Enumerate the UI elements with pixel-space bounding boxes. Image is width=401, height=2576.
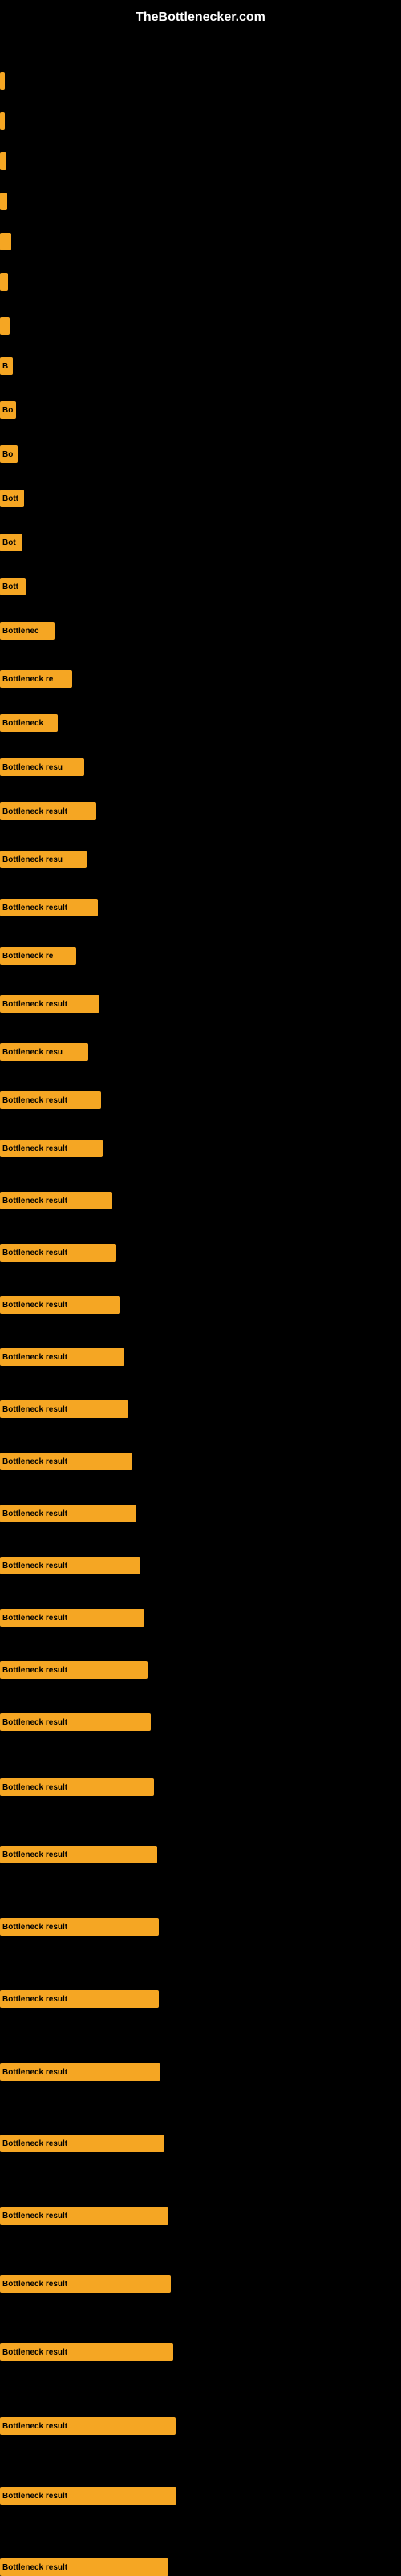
bar-item: Bottleneck result xyxy=(0,1778,154,1796)
bar-item: Bottleneck result xyxy=(0,1505,136,1522)
bar-label xyxy=(0,152,6,170)
bar-label: Bot xyxy=(0,534,22,551)
bar-item: Bottleneck result xyxy=(0,1192,112,1209)
bar-item: Bottleneck result xyxy=(0,1557,140,1574)
bar-label: Bottleneck resu xyxy=(0,1043,88,1061)
bar-label: Bottleneck result xyxy=(0,2343,173,2361)
bar-label xyxy=(0,112,5,130)
bar-label: Bottleneck result xyxy=(0,1244,116,1262)
bar-item: Bottleneck resu xyxy=(0,758,84,776)
bar-label xyxy=(0,317,10,335)
bar-label: Bottleneck result xyxy=(0,1713,151,1731)
bar-item: Bottleneck result xyxy=(0,2063,160,2081)
bar-label: Bottleneck result xyxy=(0,2063,160,2081)
bar-label: Bottleneck resu xyxy=(0,758,84,776)
bar-item: Bottleneck result xyxy=(0,1846,157,1863)
bar-label: Bottleneck result xyxy=(0,1400,128,1418)
bar-label: Bottleneck result xyxy=(0,899,98,916)
bar-label: Bottleneck result xyxy=(0,1990,159,2008)
bar-label: Bottleneck result xyxy=(0,2207,168,2225)
bar-item: Bottleneck result xyxy=(0,2558,168,2576)
bar-item xyxy=(0,72,5,90)
bar-item: Bot xyxy=(0,534,22,551)
bar-label xyxy=(0,193,7,210)
bar-label: Bottleneck result xyxy=(0,2558,168,2576)
bar-label: Bottleneck result xyxy=(0,1140,103,1157)
bar-item xyxy=(0,112,5,130)
bar-label: Bottleneck result xyxy=(0,1453,132,1470)
bar-label xyxy=(0,72,5,90)
bar-item: Bottleneck result xyxy=(0,1348,124,1366)
bar-item: Bo xyxy=(0,401,16,419)
bar-label: Bottleneck result xyxy=(0,1846,157,1863)
bar-item: Bottleneck re xyxy=(0,947,76,965)
bar-item: Bottleneck result xyxy=(0,1990,159,2008)
bar-item: Bottleneck result xyxy=(0,2343,173,2361)
bar-label: Bottleneck re xyxy=(0,670,72,688)
bar-label: Bott xyxy=(0,490,24,507)
bar-item: Bott xyxy=(0,490,24,507)
bar-item: Bottleneck result xyxy=(0,1400,128,1418)
bar-item: Bottleneck resu xyxy=(0,1043,88,1061)
site-title: TheBottlenecker.com xyxy=(0,4,401,28)
bar-item: Bottleneck resu xyxy=(0,851,87,868)
bar-label xyxy=(0,233,11,250)
bar-item: Bottleneck result xyxy=(0,995,99,1013)
bar-item: Bottleneck xyxy=(0,714,58,732)
bar-item: Bottleneck result xyxy=(0,2207,168,2225)
bar-item: Bott xyxy=(0,578,26,595)
bar-label: Bottleneck result xyxy=(0,1557,140,1574)
bar-item: Bottleneck result xyxy=(0,1609,144,1627)
bar-item xyxy=(0,273,8,291)
bar-label: Bo xyxy=(0,445,18,463)
bar-label: Bottleneck result xyxy=(0,1348,124,1366)
bar-item xyxy=(0,233,11,250)
bar-item: Bottleneck result xyxy=(0,2135,164,2152)
bar-item: Bottleneck result xyxy=(0,2417,176,2435)
bar-item xyxy=(0,317,10,335)
bar-item: Bottleneck result xyxy=(0,1140,103,1157)
bar-item: Bottleneck result xyxy=(0,2487,176,2505)
bar-label: Bottleneck result xyxy=(0,2417,176,2435)
bar-item: Bottleneck result xyxy=(0,1661,148,1679)
bar-label: Bottleneck result xyxy=(0,2135,164,2152)
bar-item: Bottleneck result xyxy=(0,1918,159,1936)
bar-item: Bo xyxy=(0,445,18,463)
bar-item: Bottleneck re xyxy=(0,670,72,688)
bar-item: Bottleneck result xyxy=(0,2275,171,2293)
bar-item: Bottleneck result xyxy=(0,1091,101,1109)
bar-item: B xyxy=(0,357,13,375)
bar-item: Bottleneck result xyxy=(0,899,98,916)
bar-label: Bottleneck result xyxy=(0,1778,154,1796)
bar-item xyxy=(0,193,7,210)
bar-label: Bottleneck xyxy=(0,714,58,732)
bar-item xyxy=(0,152,6,170)
bar-label: B xyxy=(0,357,13,375)
bar-label: Bottleneck result xyxy=(0,1661,148,1679)
bar-label: Bottleneck re xyxy=(0,947,76,965)
bar-label: Bo xyxy=(0,401,16,419)
bar-label xyxy=(0,273,8,291)
bar-label: Bottleneck result xyxy=(0,1091,101,1109)
bar-item: Bottleneck result xyxy=(0,1713,151,1731)
bar-item: Bottleneck result xyxy=(0,1244,116,1262)
bar-item: Bottleneck result xyxy=(0,802,96,820)
bar-item: Bottlenec xyxy=(0,622,55,640)
bar-label: Bottleneck result xyxy=(0,2487,176,2505)
bar-label: Bottleneck result xyxy=(0,1505,136,1522)
bar-label: Bottleneck result xyxy=(0,802,96,820)
bar-label: Bottlenec xyxy=(0,622,55,640)
bar-label: Bottleneck result xyxy=(0,995,99,1013)
bar-label: Bottleneck result xyxy=(0,1192,112,1209)
bar-label: Bottleneck result xyxy=(0,2275,171,2293)
bar-label: Bott xyxy=(0,578,26,595)
bar-label: Bottleneck result xyxy=(0,1918,159,1936)
bar-item: Bottleneck result xyxy=(0,1453,132,1470)
bar-item: Bottleneck result xyxy=(0,1296,120,1314)
bar-label: Bottleneck result xyxy=(0,1609,144,1627)
bar-label: Bottleneck resu xyxy=(0,851,87,868)
bar-label: Bottleneck result xyxy=(0,1296,120,1314)
